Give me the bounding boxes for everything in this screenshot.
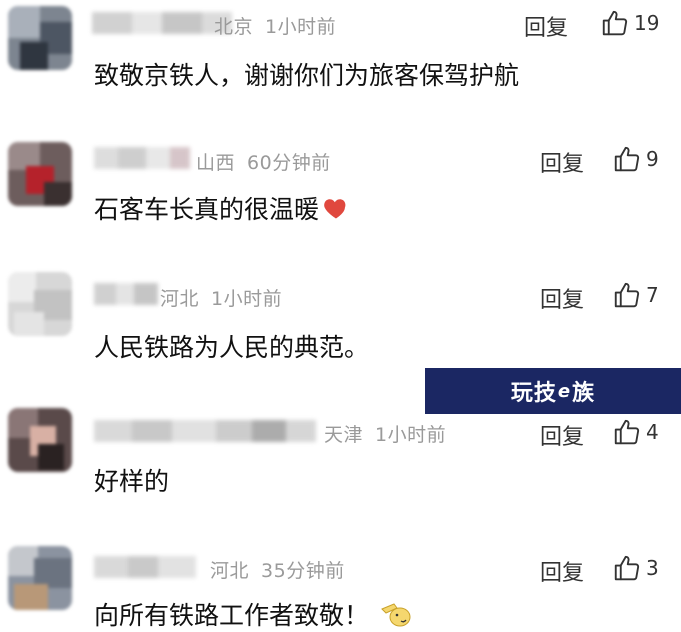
comment-text: 致敬京铁人，谢谢你们为旅客保驾护航 [94, 61, 520, 90]
like-button[interactable]: 7 [612, 280, 659, 310]
username[interactable] [94, 147, 190, 169]
thumbs-up-icon [614, 419, 640, 445]
time-label: 1小时前 [375, 424, 447, 446]
comment-meta: 河北 1小时前 [160, 284, 282, 311]
comment-meta: 北京 1小时前 [214, 12, 336, 39]
thumbs-up-icon [614, 555, 640, 581]
comment-meta: 山西 60分钟前 [196, 148, 331, 175]
reply-button[interactable]: 回复 [540, 555, 584, 587]
like-count: 4 [646, 420, 659, 444]
comment-text: 向所有铁路工作者致敬！ [94, 596, 413, 632]
comment-text: 好样的 [94, 467, 170, 496]
username[interactable] [94, 283, 158, 305]
reply-button[interactable]: 回复 [540, 419, 584, 451]
like-count: 7 [646, 283, 659, 307]
time-label: 1小时前 [211, 288, 283, 310]
like-button[interactable]: 3 [612, 553, 659, 583]
reply-button[interactable]: 回复 [540, 282, 584, 314]
comment-item: 天津 1小时前 回复 4 好样的 [0, 398, 681, 508]
time-label: 60分钟前 [247, 152, 331, 174]
like-count: 3 [646, 556, 659, 580]
location-label: 山西 [196, 152, 236, 174]
salute-emoji-icon [381, 603, 411, 627]
avatar[interactable] [8, 142, 72, 206]
avatar[interactable] [8, 6, 72, 70]
like-count: 9 [646, 147, 659, 171]
comment-text: 石客车长真的很温暖 [94, 190, 350, 226]
like-button[interactable]: 9 [612, 144, 659, 174]
comment-item: 北京 1小时前 回复 19 致敬京铁人，谢谢你们为旅客保驾护航 [0, 0, 681, 110]
like-button[interactable]: 4 [612, 417, 659, 447]
like-count: 19 [634, 11, 660, 35]
comment-item: 河北 35分钟前 回复 3 向所有铁路工作者致敬！ [0, 534, 681, 631]
comment-meta: 天津 1小时前 [324, 420, 446, 447]
reply-button[interactable]: 回复 [524, 10, 568, 42]
heart-emoji-icon [324, 199, 346, 219]
avatar[interactable] [8, 408, 72, 472]
comment-text: 人民铁路为人民的典范。 [94, 333, 370, 362]
avatar[interactable] [8, 546, 72, 610]
like-button[interactable]: 19 [600, 8, 659, 38]
avatar[interactable] [8, 272, 72, 336]
comment-item: 河北 1小时前 回复 7 人民铁路为人民的典范。 [0, 262, 681, 362]
location-label: 河北 [160, 288, 200, 310]
thumbs-up-icon [602, 10, 628, 36]
comment-item: 山西 60分钟前 回复 9 石客车长真的很温暖 [0, 130, 681, 240]
location-label: 北京 [214, 16, 254, 38]
username[interactable] [94, 556, 196, 578]
reply-button[interactable]: 回复 [540, 146, 584, 178]
comment-meta: 河北 35分钟前 [210, 556, 345, 583]
time-label: 35分钟前 [261, 560, 345, 582]
location-label: 天津 [324, 424, 364, 446]
location-label: 河北 [210, 560, 250, 582]
time-label: 1小时前 [265, 16, 337, 38]
thumbs-up-icon [614, 282, 640, 308]
thumbs-up-icon [614, 146, 640, 172]
username[interactable] [92, 12, 232, 34]
username[interactable] [94, 420, 316, 442]
